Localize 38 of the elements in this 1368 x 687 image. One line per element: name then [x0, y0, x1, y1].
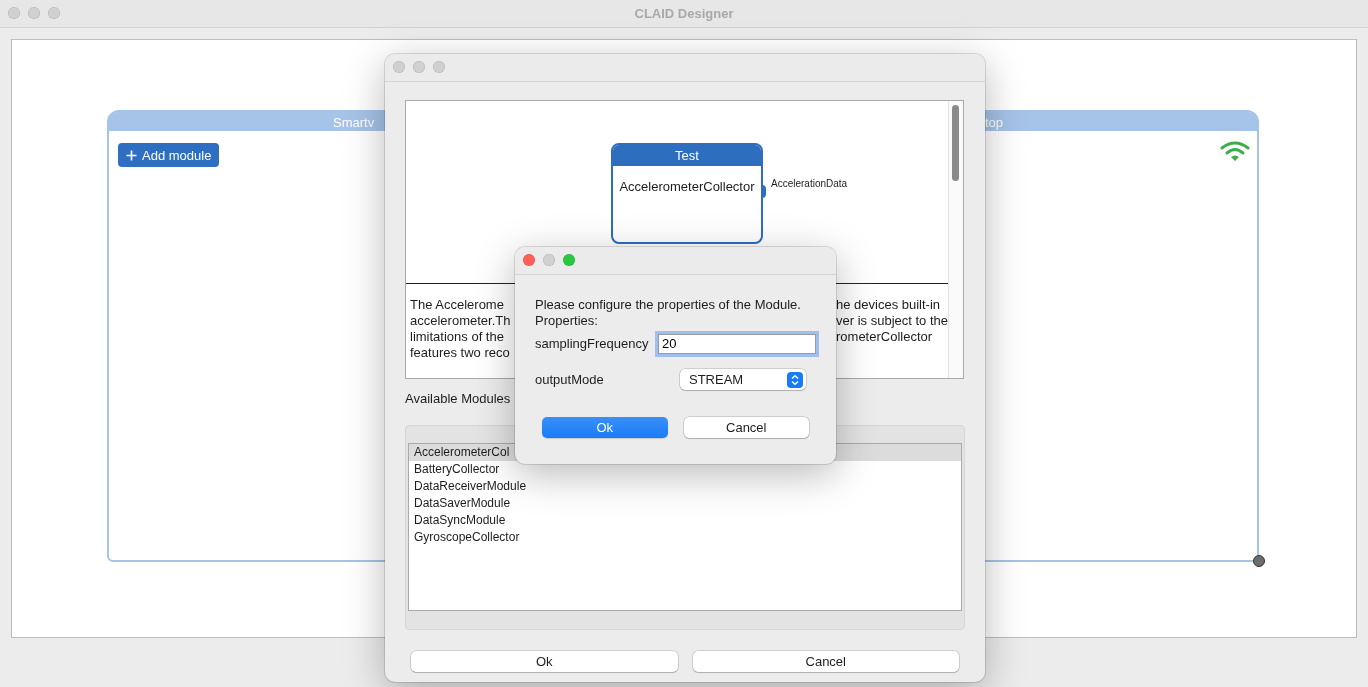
- module-item[interactable]: DataSyncModule: [409, 512, 961, 529]
- wifi-icon: [1220, 141, 1250, 163]
- description-text: rometerCollector: [836, 329, 934, 345]
- window-controls-icon[interactable]: [523, 254, 575, 266]
- field-label: outputMode: [535, 372, 605, 387]
- module-item[interactable]: GyroscopeCollector: [409, 529, 961, 546]
- window-title: CLAID Designer: [634, 6, 734, 21]
- module-item[interactable]: DataReceiverModule: [409, 478, 961, 495]
- plus-icon: [126, 149, 137, 161]
- list-label: Available Modules: [405, 391, 512, 406]
- description-text: limitations of the: [410, 329, 505, 345]
- description-text: The Accelerome: [410, 297, 505, 313]
- dialog-message: Please configure the properties of the Module.: [535, 297, 802, 313]
- dialog-button[interactable]: Cancel: [683, 417, 809, 438]
- description-text: ver is subject to the: [836, 313, 948, 329]
- module-item[interactable]: DataSaverModule: [409, 495, 961, 512]
- section-heading: Properties:: [535, 313, 599, 329]
- window-controls-icon[interactable]: [393, 61, 445, 73]
- node-title: Test: [613, 145, 761, 166]
- description-text: he devices built-in: [836, 297, 942, 313]
- port-label: AccelerationData: [771, 178, 848, 189]
- description-text: accelerometer.Th: [410, 313, 511, 329]
- dialog-button[interactable]: Cancel: [692, 651, 959, 672]
- add-module-button[interactable]: Add module: [118, 143, 220, 167]
- resize-handle[interactable]: [1253, 555, 1265, 567]
- module-item[interactable]: BatteryCollector: [409, 461, 961, 478]
- scrollbar-thumb[interactable]: [952, 105, 959, 181]
- dialog-button[interactable]: Ok: [542, 417, 668, 438]
- dialog-button[interactable]: Ok: [411, 651, 678, 672]
- dropdown[interactable]: STREAM: [680, 369, 806, 390]
- window-controls-icon[interactable]: [8, 7, 60, 19]
- stepper-icon: [787, 371, 803, 388]
- device-title: top: [985, 115, 1004, 130]
- input-field[interactable]: 20: [658, 333, 816, 354]
- field-label: samplingFrequency: [535, 336, 650, 351]
- description-text: features two reco: [410, 345, 511, 361]
- device-title: Smartv: [333, 115, 375, 130]
- node-name: AccelerometerCollector: [618, 179, 756, 194]
